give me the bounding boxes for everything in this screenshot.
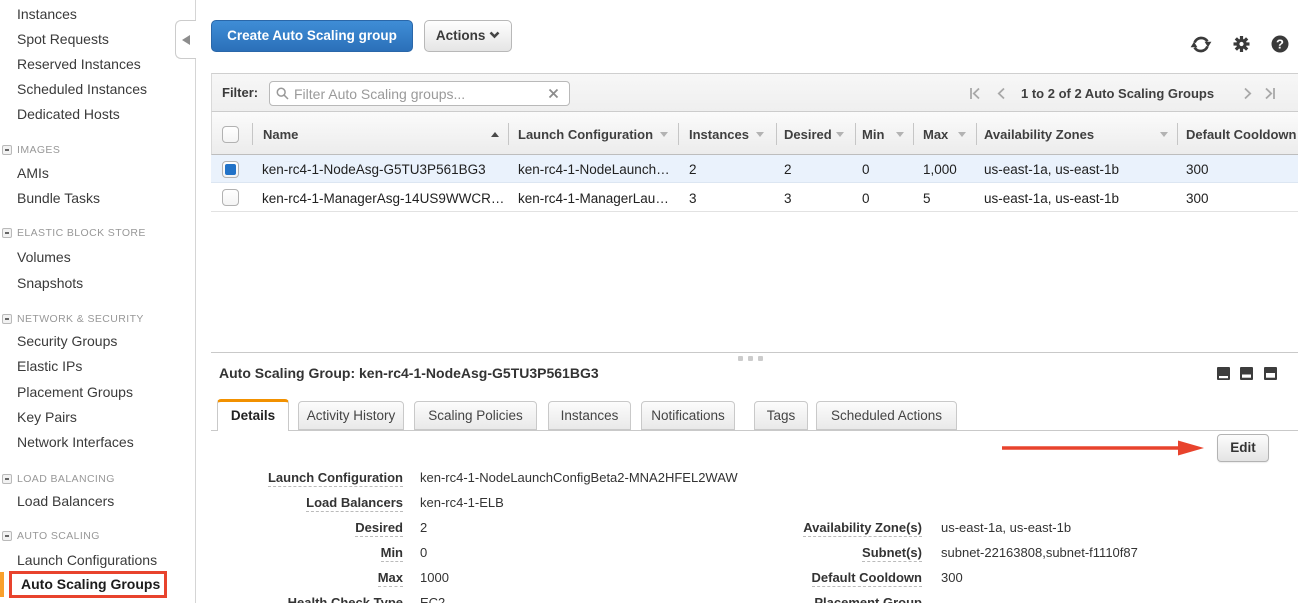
svg-text:?: ? xyxy=(1276,37,1284,52)
